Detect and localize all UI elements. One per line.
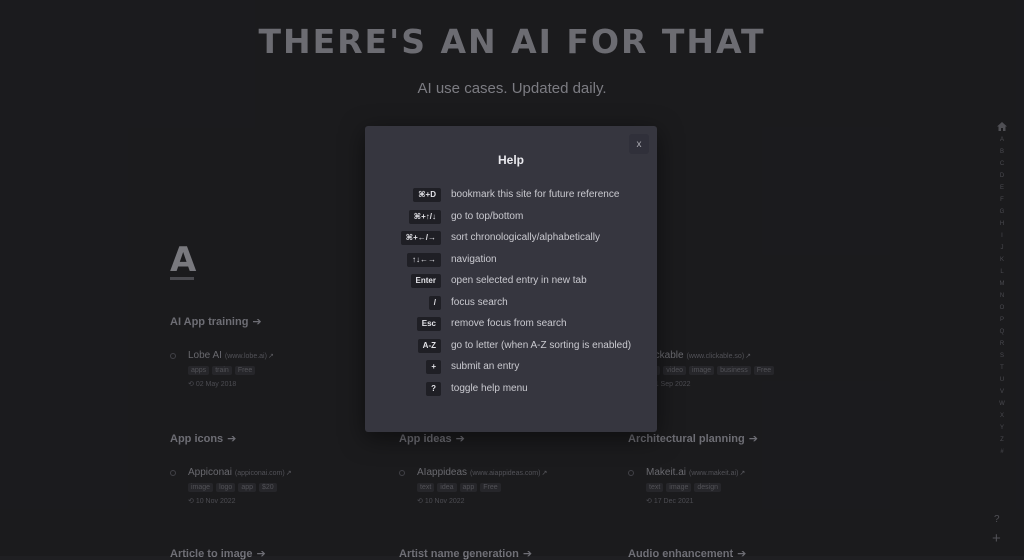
shortcut-row: ? toggle help menu (365, 381, 657, 398)
shortcut-desc: navigation (451, 253, 497, 265)
shortcut-desc: open selected entry in new tab (451, 275, 587, 286)
shortcut-desc: bookmark this site for future reference (451, 189, 620, 200)
close-button[interactable]: x (629, 134, 649, 154)
shortcut-desc: remove focus from search (451, 318, 567, 329)
shortcut-desc: submit an entry (451, 361, 520, 372)
shortcut-row: ↑↓←→ navigation (365, 252, 657, 269)
shortcut-row: Enter open selected entry in new tab (365, 274, 657, 290)
shortcut-row: ⌘+D bookmark this site for future refere… (365, 188, 657, 204)
modal-title: Help (497, 153, 524, 167)
shortcut-key: Enter (410, 274, 441, 288)
shortcut-row: A-Z go to letter (when A-Z sorting is en… (365, 338, 657, 355)
shortcut-key: ⌘+D (413, 188, 441, 202)
shortcut-key: A-Z (417, 338, 441, 353)
shortcut-key: + (426, 360, 441, 374)
shortcut-desc: go to top/bottom (451, 210, 524, 222)
shortcut-desc: toggle help menu (451, 382, 528, 394)
shortcut-desc: sort chronologically/alphabetically (451, 232, 600, 243)
help-modal: x Help ⌘+D bookmark this site for future… (365, 126, 657, 432)
shortcut-desc: go to letter (when A-Z sorting is enable… (451, 339, 632, 351)
shortcut-key: ? (426, 381, 441, 396)
shortcut-row: + submit an entry (365, 360, 657, 376)
shortcut-row: ⌘+↑/↓ go to top/bottom (365, 209, 657, 226)
shortcut-row: Esc remove focus from search (365, 317, 657, 333)
shortcut-row: / focus search (365, 295, 657, 312)
shortcut-desc: focus search (451, 296, 508, 308)
shortcut-key: / (428, 295, 441, 310)
shortcut-key: ⌘+←/→ (400, 231, 441, 245)
shortcut-key: ⌘+↑/↓ (408, 209, 441, 224)
shortcut-key: Esc (416, 317, 441, 331)
shortcut-row: ⌘+←/→ sort chronologically/alphabeticall… (365, 231, 657, 247)
shortcut-key: ↑↓←→ (407, 252, 441, 267)
